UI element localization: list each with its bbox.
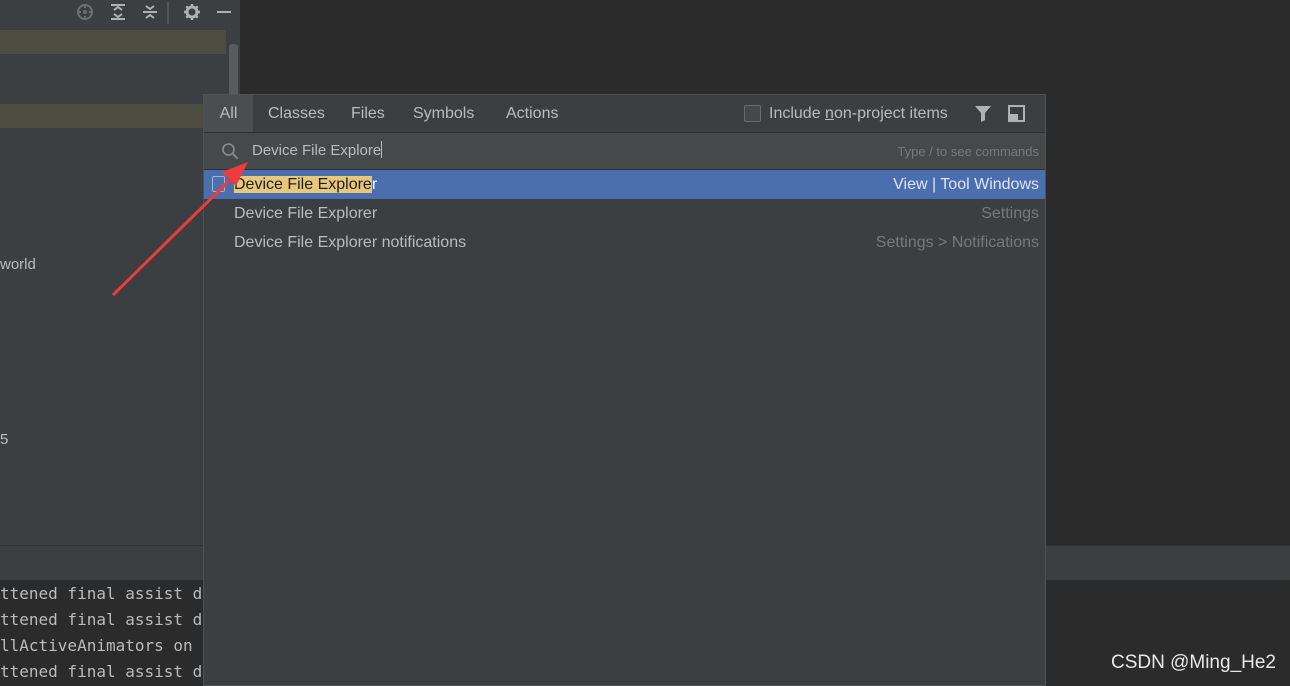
gear-icon[interactable] (182, 3, 202, 23)
result-name: Device File Explorer (234, 205, 378, 222)
filter-icon[interactable] (975, 105, 991, 126)
search-hint: Type / to see commands (897, 144, 1039, 159)
collapse-all-icon[interactable] (140, 3, 160, 23)
result-category: Settings > Notifications (875, 234, 1039, 251)
result-category: Settings (981, 205, 1039, 222)
watermark: CSDN @Ming_He2 (1110, 652, 1276, 673)
toolbar-separator (167, 2, 169, 24)
results-area (204, 257, 1045, 685)
tree-item-text[interactable]: 5 (0, 431, 8, 448)
tab-classes[interactable]: Classes (268, 95, 325, 132)
result-row-selected[interactable]: Device File Explorer View | Tool Windows (204, 170, 1045, 199)
tree-row-highlight[interactable] (0, 30, 226, 54)
preview-toggle-icon[interactable] (1008, 105, 1025, 126)
include-label-mnemonic: n (825, 105, 834, 122)
include-label-suffix: on-project items (833, 105, 948, 122)
console-line: llActiveAnimators on (0, 636, 193, 655)
search-input-value: Device File Explore (252, 142, 382, 159)
expand-all-icon[interactable] (108, 3, 128, 23)
result-name: Device File Explorer notifications (234, 234, 467, 251)
minimize-icon[interactable] (214, 3, 234, 23)
include-label-prefix: Include (769, 105, 826, 122)
tab-files[interactable]: Files (351, 95, 385, 132)
console-line: ttened final assist d (0, 584, 203, 603)
search-input[interactable]: Device File Explore (252, 133, 383, 169)
tab-symbols[interactable]: Symbols (413, 95, 474, 132)
console-line: ttened final assist d (0, 662, 203, 681)
search-tabs: All Classes Files Symbols Actions Includ… (204, 95, 1045, 133)
console-line: ttened final assist d (0, 610, 203, 629)
search-field[interactable]: Device File Explore Type / to see comman… (204, 133, 1045, 170)
result-category: View | Tool Windows (893, 176, 1039, 193)
tree-row-highlight[interactable] (0, 104, 226, 128)
result-row[interactable]: Device File Explorer notifications Setti… (204, 228, 1045, 257)
match-highlight: Device File Explore (234, 176, 372, 193)
locate-icon[interactable] (75, 3, 95, 23)
result-row[interactable]: Device File Explorer Settings (204, 199, 1045, 228)
result-name: Device File Explorer (234, 170, 377, 199)
tree-item-text[interactable]: world (0, 256, 36, 273)
include-non-project-checkbox[interactable] (744, 105, 761, 122)
text-caret (381, 141, 383, 158)
search-everywhere-popup: All Classes Files Symbols Actions Includ… (203, 94, 1046, 686)
result-checkbox[interactable] (212, 176, 225, 192)
project-toolbar (0, 0, 240, 26)
tab-all[interactable]: All (204, 95, 253, 132)
include-non-project-label[interactable]: Include non-project items (769, 95, 948, 132)
result-name-rest: r (371, 176, 378, 193)
tab-actions[interactable]: Actions (506, 95, 558, 132)
search-icon (221, 142, 239, 164)
